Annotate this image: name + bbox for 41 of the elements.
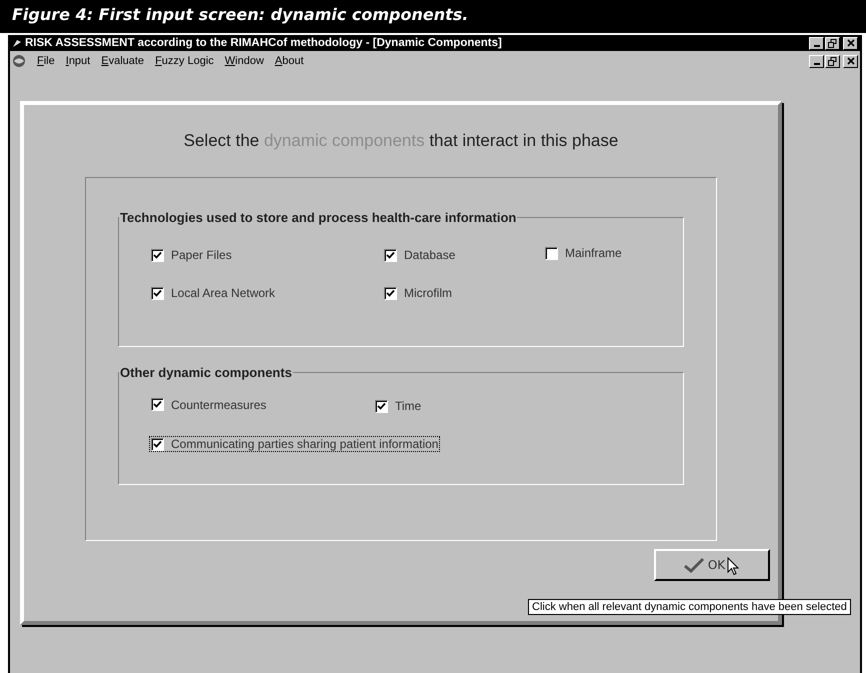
figure-caption: Figure 4: First input screen: dynamic components. (0, 0, 866, 33)
restore-button[interactable] (825, 54, 840, 68)
check-icon (153, 288, 162, 298)
restore-icon (828, 38, 837, 48)
minimize-button[interactable] (809, 36, 824, 50)
checkbox-option[interactable]: Mainframe (543, 243, 683, 263)
restore-icon (828, 56, 837, 66)
menu-item[interactable]: Evaluate (101, 55, 144, 67)
check-icon (153, 400, 162, 409)
close-button[interactable] (843, 54, 858, 68)
checkbox-option[interactable]: Communicating parties sharing patient information (149, 436, 440, 452)
check-icon (153, 440, 162, 448)
globe-icon (12, 54, 26, 68)
checkbox-option[interactable]: Countermeasures (149, 395, 373, 414)
group-title: Technologies used to store and process health-care information (119, 210, 518, 225)
check-icon (386, 288, 395, 298)
check-icon (377, 402, 386, 410)
checkbox-option[interactable]: Paper Files (149, 247, 382, 263)
tooltip: Click when all relevant dynamic components have been selected (528, 599, 851, 615)
ok-button[interactable]: OK (654, 549, 770, 581)
menu-item[interactable]: Window (224, 55, 264, 67)
menu-item[interactable]: About (274, 55, 304, 67)
check-icon (153, 250, 162, 260)
checkbox-option[interactable]: Database (382, 247, 543, 263)
menu-item[interactable]: Input (66, 55, 90, 67)
close-icon (846, 39, 854, 47)
check-icon (386, 250, 395, 260)
check-icon (682, 557, 705, 573)
close-button[interactable] (843, 36, 858, 50)
group-title: Other dynamic components (119, 365, 293, 380)
minimize-button[interactable] (809, 54, 824, 68)
menu-item[interactable]: Fuzzy Logic (155, 55, 214, 67)
checkbox-option[interactable]: Time (373, 398, 683, 414)
checkbox-option[interactable]: Local Area Network (149, 285, 382, 301)
window-title: RISK ASSESSMENT according to the RIMAHCof methodology - [Dynamic Components] (25, 37, 502, 49)
close-icon (846, 57, 854, 65)
app-icon (12, 38, 22, 48)
menu-item[interactable]: File (37, 55, 55, 67)
checkbox-option[interactable]: Microfilm (382, 285, 543, 301)
restore-button[interactable] (825, 36, 840, 50)
cursor-icon (727, 557, 740, 576)
